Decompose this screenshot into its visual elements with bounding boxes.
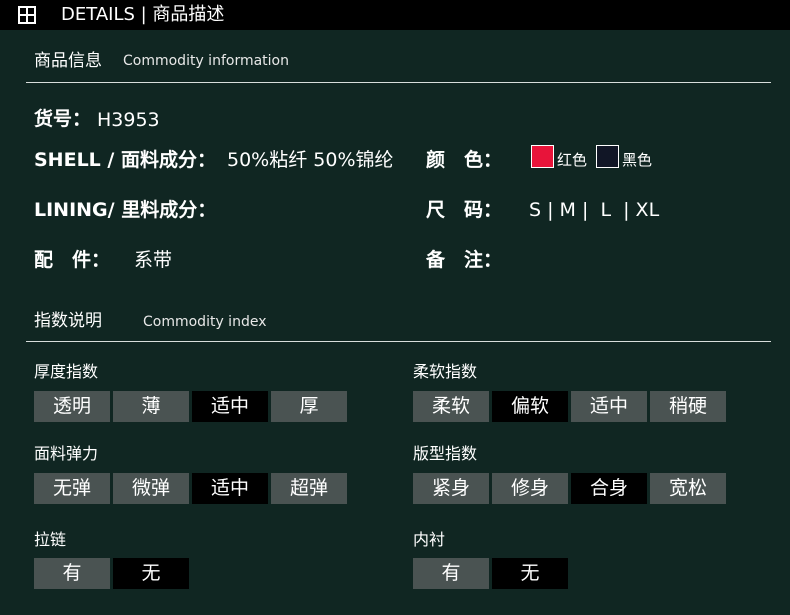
info-section-subtitle: Commodity information	[123, 53, 289, 69]
accessory-value: 系带	[134, 249, 173, 271]
info-section-title: 商品信息	[34, 51, 102, 71]
color-name: 红色	[557, 151, 588, 169]
option-slim: 修身	[492, 473, 568, 504]
option-transparent: 透明	[34, 391, 110, 422]
option-moderate: 适中	[192, 391, 268, 422]
note-label: 备 注：	[426, 249, 503, 271]
option-super-stretch: 超弹	[271, 473, 347, 504]
option-yes: 有	[34, 558, 110, 589]
item-no-value: H3953	[97, 109, 160, 131]
fit-index-title: 版型指数	[413, 444, 478, 463]
size-label: 尺 码：	[426, 199, 503, 221]
option-no: 无	[113, 558, 189, 589]
option-soft: 柔软	[413, 391, 489, 422]
shell-label: SHELL / 面料成分：	[34, 149, 216, 171]
index-section-title: 指数说明	[34, 311, 102, 331]
header-bar: DETAILS | 商品描述	[0, 0, 790, 30]
page-title: DETAILS | 商品描述	[61, 4, 225, 25]
option-thin: 薄	[113, 391, 189, 422]
item-no-label: 货号：	[34, 108, 92, 130]
option-loose: 宽松	[650, 473, 726, 504]
elasticity-index-title: 面料弹力	[34, 444, 99, 463]
option-thick: 厚	[271, 391, 347, 422]
thickness-index-title: 厚度指数	[34, 362, 99, 381]
color-swatch-black	[596, 145, 619, 168]
lining-label: LINING/ 里料成分：	[34, 199, 217, 221]
option-slightly-soft: 偏软	[492, 391, 568, 422]
color-label: 颜 色：	[426, 149, 503, 171]
index-section-subtitle: Commodity index	[143, 314, 267, 330]
zipper-options: 有 无	[34, 558, 189, 589]
softness-options: 柔软 偏软 适中 稍硬	[413, 391, 726, 422]
accessory-label: 配 件：	[34, 249, 111, 271]
color-swatch-red	[531, 145, 554, 168]
option-moderate: 适中	[192, 473, 268, 504]
option-yes: 有	[413, 558, 489, 589]
shell-value: 50%粘纤 50%锦纶	[227, 149, 394, 171]
elasticity-options: 无弹 微弹 适中 超弹	[34, 473, 347, 504]
option-slightly-hard: 稍硬	[650, 391, 726, 422]
grid-icon	[18, 6, 36, 24]
option-tight: 紧身	[413, 473, 489, 504]
size-value: S | M | L | XL	[529, 199, 660, 221]
lining-index-title: 内衬	[413, 530, 446, 549]
option-moderate: 适中	[571, 391, 647, 422]
divider	[26, 341, 771, 342]
option-regular: 合身	[571, 473, 647, 504]
option-slight-stretch: 微弹	[113, 473, 189, 504]
option-no-stretch: 无弹	[34, 473, 110, 504]
divider	[26, 82, 771, 83]
zipper-index-title: 拉链	[34, 530, 67, 549]
fit-options: 紧身 修身 合身 宽松	[413, 473, 726, 504]
softness-index-title: 柔软指数	[413, 362, 478, 381]
option-no: 无	[492, 558, 568, 589]
thickness-options: 透明 薄 适中 厚	[34, 391, 347, 422]
lining-options: 有 无	[413, 558, 568, 589]
color-name: 黑色	[622, 151, 653, 169]
